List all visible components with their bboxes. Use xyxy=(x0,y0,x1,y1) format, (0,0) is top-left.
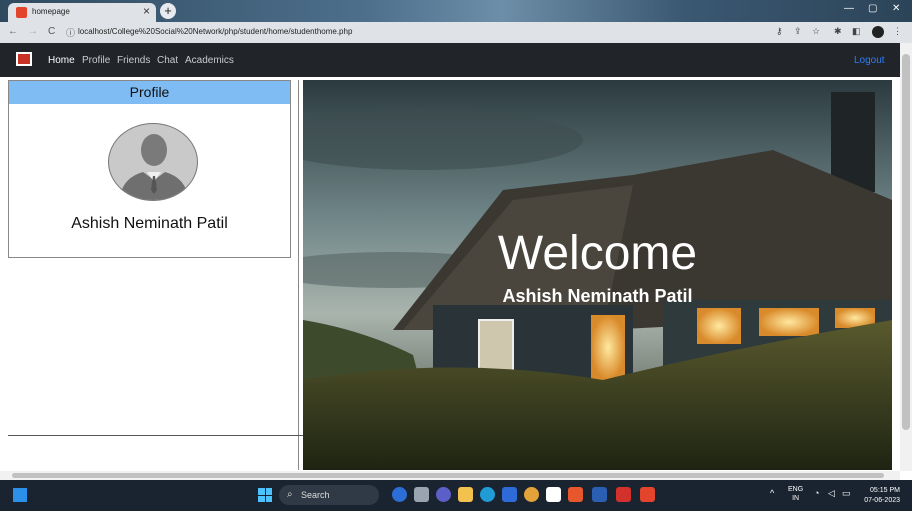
close-tab-icon[interactable]: × xyxy=(143,4,150,18)
vertical-scroll-thumb[interactable] xyxy=(902,54,910,430)
url-field[interactable]: localhost/College%20Social%20Network/php… xyxy=(78,27,352,36)
battery-icon[interactable]: ▭ xyxy=(842,489,851,498)
language-indicator[interactable]: ENG IN xyxy=(788,485,803,503)
site-navbar: Home Profile Friends Chat Academics Logo… xyxy=(0,43,900,77)
wifi-icon[interactable]: ◔ xyxy=(814,489,819,498)
tray-chevron-icon[interactable]: ^ xyxy=(770,489,774,498)
volume-icon[interactable]: ◁ xyxy=(828,489,835,498)
edge-icon[interactable] xyxy=(480,487,495,502)
close-window-icon[interactable]: ✕ xyxy=(892,3,900,14)
maximize-icon[interactable]: ▢ xyxy=(868,3,877,14)
profile-card: Profile Ashish Neminath Patil xyxy=(8,80,291,258)
browser-profile-icon[interactable] xyxy=(872,26,884,38)
favicon-icon xyxy=(16,7,27,18)
minimize-icon[interactable]: — xyxy=(844,3,854,14)
teams-icon[interactable] xyxy=(436,487,451,502)
back-icon[interactable]: ← xyxy=(8,26,18,37)
bookmark-star-icon[interactable]: ☆ xyxy=(812,26,820,37)
word-icon[interactable] xyxy=(592,487,607,502)
column-divider xyxy=(298,80,299,470)
tab-title: homepage xyxy=(32,7,70,16)
copilot-icon[interactable] xyxy=(392,487,407,502)
brave-icon[interactable] xyxy=(568,487,583,502)
site-logo-icon[interactable] xyxy=(16,52,32,66)
sidebar-bottom-divider xyxy=(8,435,303,436)
task-view-icon[interactable] xyxy=(414,487,429,502)
region-code: IN xyxy=(792,495,800,502)
clock-date: 07-06-2023 xyxy=(864,497,900,504)
search-icon: ⌕ xyxy=(287,489,293,500)
start-windows-icon[interactable] xyxy=(258,488,272,502)
profile-name: Ashish Neminath Patil xyxy=(71,215,228,232)
xampp-icon[interactable] xyxy=(640,487,655,502)
browser-tab[interactable]: homepage × xyxy=(8,3,156,22)
nav-chat[interactable]: Chat xyxy=(157,55,178,66)
widgets-icon[interactable] xyxy=(13,488,27,502)
nav-profile[interactable]: Profile xyxy=(82,55,110,66)
browser-tabstrip: homepage × + — ▢ ✕ xyxy=(0,0,912,22)
menu-kebab-icon[interactable]: ⋮ xyxy=(893,26,902,37)
forward-icon[interactable]: → xyxy=(28,26,38,37)
language-code: ENG xyxy=(788,486,804,493)
profile-header: Profile xyxy=(9,81,290,104)
windows-taskbar: ⌕ Search ^ ENG IN ◔ ◁ ▭ 05:15 PM 07-06-2… xyxy=(0,480,912,511)
welcome-title: Welcome xyxy=(497,227,698,280)
search-label: Search xyxy=(301,490,330,500)
nav-home[interactable]: Home xyxy=(48,55,75,66)
sidepanel-icon[interactable]: ◧ xyxy=(852,26,861,37)
clock-time: 05:15 PM xyxy=(870,487,900,494)
chrome-icon[interactable] xyxy=(524,487,539,502)
avatar xyxy=(108,123,198,201)
hero-banner: Welcome Ashish Neminath Patil xyxy=(303,80,892,470)
site-info-icon[interactable]: ⓘ xyxy=(66,26,75,39)
taskbar-search[interactable]: ⌕ Search xyxy=(279,485,379,505)
extensions-icon[interactable]: ✱ xyxy=(834,26,842,37)
nav-friends[interactable]: Friends xyxy=(117,55,150,66)
slack-icon[interactable] xyxy=(546,487,561,502)
welcome-user-name: Ashish Neminath Patil xyxy=(502,286,693,306)
key-icon[interactable]: ⚷ xyxy=(776,26,783,37)
share-icon[interactable]: ⇪ xyxy=(794,26,802,37)
user-silhouette-icon xyxy=(119,134,189,200)
new-tab-button[interactable]: + xyxy=(160,3,176,19)
logout-link[interactable]: Logout xyxy=(854,55,885,66)
clock[interactable]: 05:15 PM 07-06-2023 xyxy=(862,486,900,506)
store-icon[interactable] xyxy=(502,487,517,502)
pdf-reader-icon[interactable] xyxy=(616,487,631,502)
address-bar: ← → C ⓘ localhost/College%20Social%20Net… xyxy=(0,22,912,43)
file-explorer-icon[interactable] xyxy=(458,487,473,502)
horizontal-scroll-thumb[interactable] xyxy=(12,473,884,478)
nav-academics[interactable]: Academics xyxy=(185,55,234,66)
reload-icon[interactable]: C xyxy=(48,26,55,37)
